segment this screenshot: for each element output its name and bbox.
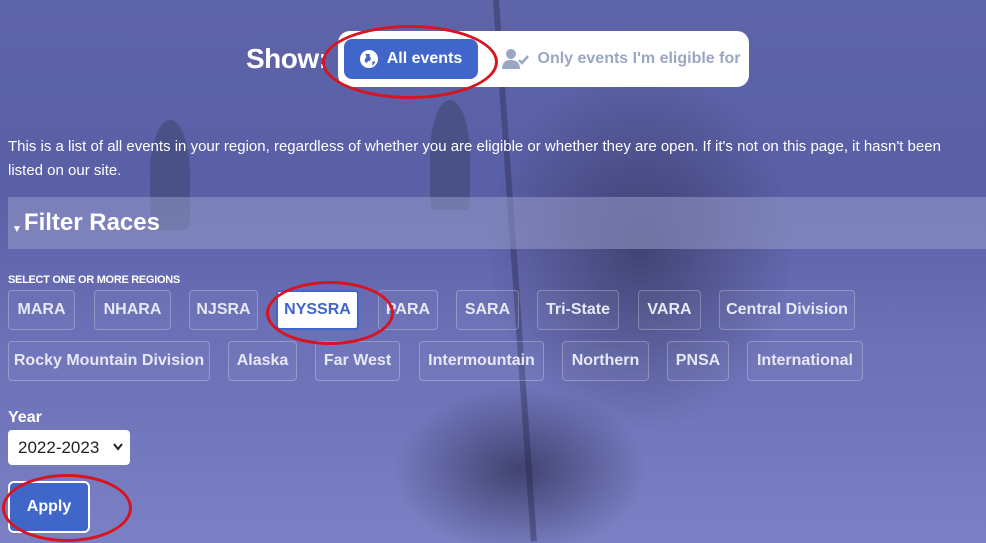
- all-events-label: All events: [386, 50, 463, 67]
- region-button-nhara[interactable]: NHARA: [94, 290, 171, 330]
- all-events-button[interactable]: All events: [343, 39, 478, 79]
- region-button-far-west[interactable]: Far West: [315, 341, 400, 381]
- region-label: NHARA: [103, 301, 162, 318]
- regions-label: SELECT ONE OR MORE REGIONS: [8, 274, 180, 286]
- year-label: Year: [8, 409, 42, 426]
- region-button-njsra[interactable]: NJSRA: [189, 290, 258, 330]
- region-label: International: [756, 352, 853, 369]
- show-toggle-row: Show: All events Only events I'm eligibl…: [246, 31, 749, 87]
- region-label: NYSSRA: [284, 301, 351, 318]
- region-label: Far West: [323, 352, 392, 369]
- eligible-events-button[interactable]: Only events I'm eligible for: [478, 39, 741, 79]
- region-button-alaska[interactable]: Alaska: [228, 341, 297, 381]
- region-button-pnsa[interactable]: PNSA: [667, 341, 729, 381]
- region-button-tri-state[interactable]: Tri-State: [537, 290, 619, 330]
- region-label: PNSA: [675, 352, 721, 369]
- user-check-icon: [501, 49, 529, 69]
- region-label: Northern: [571, 352, 640, 369]
- region-label: Central Division: [726, 301, 848, 318]
- region-button-vara[interactable]: VARA: [638, 290, 701, 330]
- apply-button[interactable]: Apply: [8, 481, 90, 533]
- region-label: Rocky Mountain Division: [13, 352, 205, 369]
- region-label: VARA: [647, 301, 692, 318]
- chevron-down-icon: [113, 443, 123, 451]
- region-label: Intermountain: [428, 352, 535, 369]
- region-label: NJSRA: [196, 301, 251, 318]
- caret-down-icon: ▼: [12, 223, 22, 235]
- region-label: Alaska: [236, 352, 289, 369]
- eligible-events-label: Only events I'm eligible for: [537, 50, 741, 67]
- region-button-international[interactable]: International: [747, 341, 863, 381]
- filter-races-title: Filter Races: [23, 209, 160, 236]
- globe-icon: [359, 50, 378, 68]
- region-label: MARA: [17, 301, 66, 318]
- region-button-sara[interactable]: SARA: [456, 290, 519, 330]
- region-label: PARA: [385, 301, 431, 318]
- region-button-intermountain[interactable]: Intermountain: [419, 341, 544, 381]
- region-button-nyssra[interactable]: NYSSRA: [276, 290, 359, 330]
- region-button-northern[interactable]: Northern: [562, 341, 649, 381]
- description-text: This is a list of all events in your reg…: [8, 138, 941, 179]
- show-toggle: All events Only events I'm eligible for: [337, 31, 749, 87]
- region-button-rocky-mountain-division[interactable]: Rocky Mountain Division: [8, 341, 210, 381]
- region-button-para[interactable]: PARA: [378, 290, 438, 330]
- year-select-value: 2022-2023: [18, 437, 100, 457]
- apply-label: Apply: [26, 498, 72, 515]
- show-label: Show:: [246, 43, 328, 74]
- region-label: SARA: [464, 301, 511, 318]
- filter-races-toggle[interactable]: ▼ Filter Races: [8, 197, 986, 249]
- year-select[interactable]: 2022-2023: [8, 430, 130, 465]
- region-button-central-division[interactable]: Central Division: [719, 290, 855, 330]
- region-label: Tri-State: [545, 301, 610, 318]
- region-button-mara[interactable]: MARA: [8, 290, 75, 330]
